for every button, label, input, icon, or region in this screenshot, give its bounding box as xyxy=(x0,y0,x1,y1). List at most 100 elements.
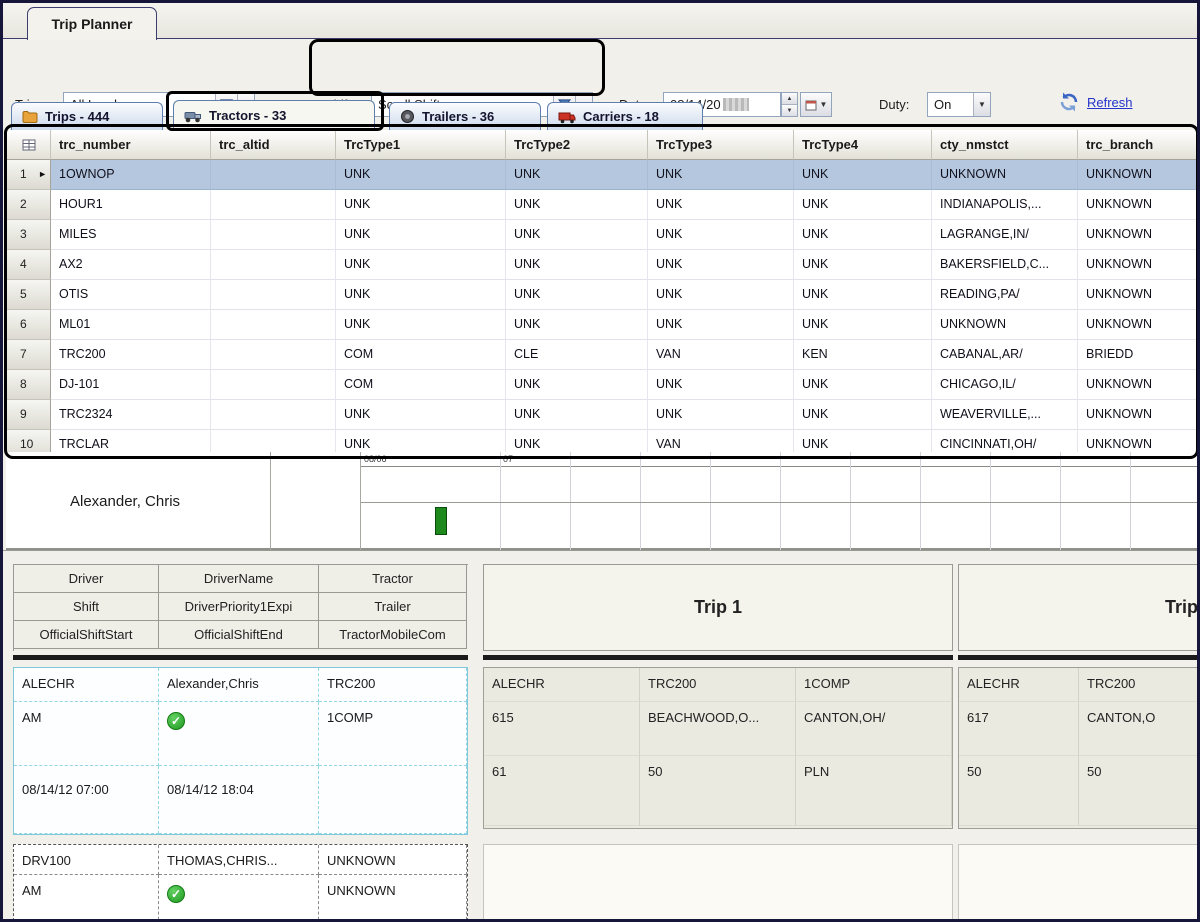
shift-schedule-bar[interactable] xyxy=(435,507,447,535)
duty-combo[interactable]: On ▼ xyxy=(927,92,991,117)
grid-cell[interactable]: UNK xyxy=(648,400,794,430)
row-header[interactable]: 10 xyxy=(7,430,51,452)
empty-trip-slot[interactable] xyxy=(483,844,953,919)
grid-cell[interactable]: UNK xyxy=(648,370,794,400)
chevron-down-icon[interactable]: ▼ xyxy=(973,93,990,116)
trip2-card[interactable]: ALECHR TRC200 617 CANTON,O 50 50 xyxy=(958,667,1197,829)
grid-cell[interactable] xyxy=(211,250,336,280)
grid-cell[interactable]: READING,PA/ xyxy=(932,280,1078,310)
grid-cell[interactable]: UNK xyxy=(794,250,932,280)
column-header-trctype3[interactable]: TrcType3 xyxy=(648,130,794,160)
date-spinner[interactable]: ▲ ▼ xyxy=(781,92,798,117)
column-header-trc-branch[interactable]: trc_branch xyxy=(1078,130,1197,160)
refresh-button[interactable]: Refresh xyxy=(1057,91,1133,113)
grid-cell[interactable]: UNK xyxy=(336,160,506,190)
column-header-cty-nmstct[interactable]: cty_nmstct xyxy=(932,130,1078,160)
grid-cell[interactable]: UNK xyxy=(336,250,506,280)
grid-cell[interactable]: UNKNOWN xyxy=(1078,160,1197,190)
grid-cell[interactable]: UNK xyxy=(794,190,932,220)
grid-cell[interactable]: UNK xyxy=(336,310,506,340)
grid-cell[interactable]: ML01 xyxy=(51,310,211,340)
row-header[interactable]: 2 xyxy=(7,190,51,220)
row-header[interactable]: 4 xyxy=(7,250,51,280)
row-header[interactable]: 6 xyxy=(7,310,51,340)
grid-cell[interactable]: COM xyxy=(336,340,506,370)
tab-carriers[interactable]: Carriers - 18 xyxy=(547,102,703,130)
grid-cell[interactable]: UNKNOWN xyxy=(1078,400,1197,430)
grid-cell[interactable]: BRIEDD xyxy=(1078,340,1197,370)
grid-cell[interactable]: CHICAGO,IL/ xyxy=(932,370,1078,400)
grid-cell[interactable] xyxy=(211,310,336,340)
grid-cell[interactable]: UNKNOWN xyxy=(1078,220,1197,250)
grid-cell[interactable] xyxy=(211,370,336,400)
grid-cell[interactable]: UNK xyxy=(506,250,648,280)
grid-cell[interactable]: UNK xyxy=(648,160,794,190)
grid-cell[interactable]: KEN xyxy=(794,340,932,370)
grid-cell[interactable]: VAN xyxy=(648,430,794,452)
grid-cell[interactable]: UNK xyxy=(506,400,648,430)
date-calendar-button[interactable]: ▼ xyxy=(800,92,832,117)
grid-cell[interactable]: WEAVERVILLE,... xyxy=(932,400,1078,430)
row-header[interactable]: 7 xyxy=(7,340,51,370)
grid-cell[interactable]: UNK xyxy=(648,220,794,250)
grid-cell[interactable]: INDIANAPOLIS,... xyxy=(932,190,1078,220)
grid-cell[interactable]: UNK xyxy=(506,310,648,340)
tab-trailers[interactable]: Trailers - 36 xyxy=(389,102,541,130)
grid-cell[interactable]: UNKNOWN xyxy=(1078,280,1197,310)
grid-cell[interactable]: UNK xyxy=(506,280,648,310)
row-header[interactable]: 1 ► xyxy=(7,160,51,190)
grid-cell[interactable]: UNK xyxy=(794,370,932,400)
grid-cell[interactable] xyxy=(211,280,336,310)
grid-cell[interactable]: COM xyxy=(336,370,506,400)
grid-cell[interactable]: OTIS xyxy=(51,280,211,310)
grid-cell[interactable] xyxy=(211,220,336,250)
row-header[interactable]: 8 xyxy=(7,370,51,400)
grid-cell[interactable]: BAKERSFIELD,C... xyxy=(932,250,1078,280)
grid-cell[interactable]: UNKNOWN xyxy=(1078,310,1197,340)
grid-cell[interactable] xyxy=(211,430,336,452)
grid-cell[interactable]: UNK xyxy=(794,160,932,190)
tab-trips[interactable]: Trips - 444 xyxy=(11,102,163,130)
grid-cell[interactable]: UNK xyxy=(336,190,506,220)
grid-cell[interactable]: UNKNOWN xyxy=(1078,250,1197,280)
grid-cell[interactable]: MILES xyxy=(51,220,211,250)
column-header-trctype1[interactable]: TrcType1 xyxy=(336,130,506,160)
grid-cell[interactable]: TRC200 xyxy=(51,340,211,370)
grid-cell[interactable]: UNK xyxy=(794,430,932,452)
grid-cell[interactable]: UNKNOWN xyxy=(1078,190,1197,220)
grid-cell[interactable]: CINCINNATI,OH/ xyxy=(932,430,1078,452)
grid-cell[interactable]: UNK xyxy=(648,280,794,310)
gantt-timeline[interactable]: 08/06 07 xyxy=(361,452,1197,550)
grid-cell[interactable]: UNK xyxy=(506,370,648,400)
grid-cell[interactable]: DJ-101 xyxy=(51,370,211,400)
grid-cell[interactable]: UNK xyxy=(336,400,506,430)
column-header-trctype2[interactable]: TrcType2 xyxy=(506,130,648,160)
gantt-driver-name[interactable]: Alexander, Chris xyxy=(6,452,271,550)
grid-cell[interactable]: 1OWNOP xyxy=(51,160,211,190)
grid-cell[interactable]: UNKNOWN xyxy=(932,310,1078,340)
spin-up-icon[interactable]: ▲ xyxy=(782,93,797,105)
grid-cell[interactable]: UNK xyxy=(506,220,648,250)
row-header[interactable]: 9 xyxy=(7,400,51,430)
driver-card-drv100[interactable]: DRV100 THOMAS,CHRIS... UNKNOWN AM ✓ UNKN… xyxy=(13,844,468,919)
driver-card-alechr[interactable]: ALECHR Alexander,Chris TRC200 AM ✓ 1COMP… xyxy=(13,667,468,835)
tab-tractors[interactable]: Tractors - 33 xyxy=(173,100,375,130)
grid-cell[interactable]: UNKNOWN xyxy=(1078,430,1197,452)
refresh-link[interactable]: Refresh xyxy=(1087,95,1133,110)
grid-cell[interactable]: CABANAL,AR/ xyxy=(932,340,1078,370)
grid-cell[interactable]: UNK xyxy=(336,220,506,250)
column-header-trctype4[interactable]: TrcType4 xyxy=(794,130,932,160)
trip1-card[interactable]: ALECHR TRC200 1COMP 615 BEACHWOOD,O... C… xyxy=(483,667,953,829)
grid-cell[interactable] xyxy=(211,340,336,370)
grid-cell[interactable]: TRCLAR xyxy=(51,430,211,452)
grid-cell[interactable]: UNK xyxy=(506,190,648,220)
grid-cell[interactable] xyxy=(211,160,336,190)
empty-trip-slot[interactable] xyxy=(958,844,1197,919)
grid-cell[interactable]: AX2 xyxy=(51,250,211,280)
grid-cell[interactable]: UNK xyxy=(336,430,506,452)
grid-cell[interactable]: UNK xyxy=(794,280,932,310)
column-options-button[interactable] xyxy=(7,130,51,160)
grid-cell[interactable]: CLE xyxy=(506,340,648,370)
grid-cell[interactable]: UNK xyxy=(336,280,506,310)
grid-cell[interactable]: UNK xyxy=(648,250,794,280)
